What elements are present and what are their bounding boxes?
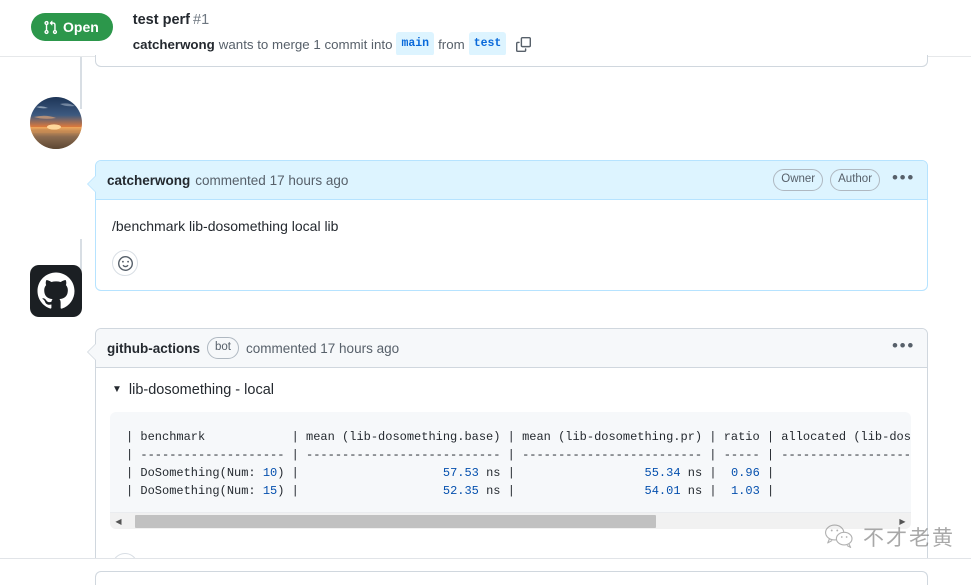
badge-author: Author — [830, 169, 881, 191]
scroll-right-arrow-icon[interactable]: ▶ — [894, 513, 911, 530]
previous-comment-bottom-edge — [95, 55, 928, 67]
pr-state-label: Open — [63, 19, 99, 35]
comment-timestamp: commented 17 hours ago — [246, 340, 400, 356]
benchmark-details: ▼ lib-dosomething - local — [96, 368, 927, 398]
page-title: test perf #1 — [133, 11, 532, 30]
comment-header: catcherwong commented 17 hours ago Owner… — [96, 161, 927, 200]
bottom-strip — [0, 559, 971, 585]
badge-owner: Owner — [773, 169, 824, 191]
pr-state-badge[interactable]: Open — [31, 13, 113, 41]
comment-author[interactable]: catcherwong — [107, 173, 190, 188]
pr-merge-text-2: from — [438, 36, 465, 52]
reaction-row — [96, 236, 927, 290]
triangle-down-icon: ▼ — [112, 384, 122, 395]
copy-icon[interactable] — [516, 36, 532, 52]
comment-pointer — [88, 176, 96, 192]
comment-pointer — [88, 344, 96, 360]
pr-title-text: test perf — [132, 12, 190, 28]
comment-header: github-actions bot commented 17 hours ag… — [96, 329, 927, 368]
pr-header: Open test perf #1 catcherwong wants to me… — [0, 0, 971, 57]
base-branch-chip[interactable]: main — [396, 32, 435, 56]
comment-body: catcherwong commented 17 hours ago Owner… — [87, 160, 928, 291]
benchmark-table-scroll-region[interactable]: | benchmark | mean (lib-dosomething.base… — [110, 412, 911, 512]
kebab-menu-icon[interactable]: ••• — [892, 337, 915, 355]
benchmark-details-label: lib-dosomething - local — [128, 382, 274, 398]
benchmark-details-summary[interactable]: ▼ lib-dosomething - local — [112, 382, 927, 398]
git-pull-request-icon — [43, 20, 58, 35]
pr-title-block: test perf #1 catcherwong wants to merge 1… — [133, 9, 532, 56]
benchmark-table-codeblock: | benchmark | mean (lib-dosomething.base… — [110, 412, 911, 529]
kebab-menu-icon[interactable]: ••• — [892, 169, 915, 187]
avatar[interactable] — [30, 97, 82, 149]
github-pull-request-page: Open test perf #1 catcherwong wants to me… — [0, 0, 971, 585]
comment-body: github-actions bot commented 17 hours ag… — [87, 328, 928, 585]
pr-number: #1 — [193, 12, 210, 28]
benchmark-table-text: | benchmark | mean (lib-dosomething.base… — [126, 430, 911, 498]
scrollbar-thumb[interactable] — [134, 514, 657, 528]
avatar[interactable] — [30, 265, 82, 317]
smiley-reaction-icon[interactable] — [112, 250, 138, 276]
badge-bot: bot — [207, 337, 239, 359]
pr-author-name[interactable]: catcherwong — [133, 34, 215, 55]
next-comment-top-edge — [95, 571, 928, 585]
pr-merge-text-1: wants to merge 1 commit into — [218, 36, 393, 52]
comment-text: /benchmark lib-dosomething local lib — [112, 218, 339, 234]
horizontal-scrollbar[interactable]: ◀ ▶ — [110, 512, 911, 529]
head-branch-chip[interactable]: test — [468, 32, 507, 56]
timeline-connector — [80, 69, 82, 109]
scrollbar-track[interactable] — [127, 512, 894, 529]
comment-author[interactable]: github-actions — [107, 341, 200, 356]
comment-timestamp: commented 17 hours ago — [195, 172, 349, 188]
scroll-left-arrow-icon[interactable]: ◀ — [110, 513, 127, 530]
pr-subtitle: catcherwong wants to merge 1 commit into… — [133, 32, 532, 56]
pr-timeline: catcherwong commented 17 hours ago Owner… — [0, 55, 971, 585]
